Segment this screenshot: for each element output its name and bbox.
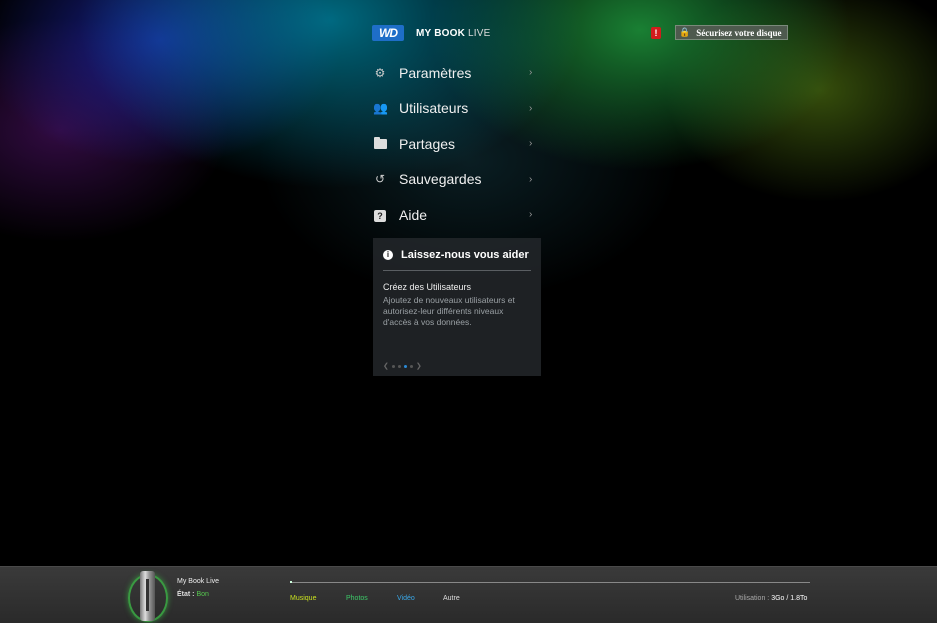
status-footer: My Book Live État : Bon Musique Photos V… bbox=[0, 566, 937, 623]
app-header: WD MY BOOK LIVE bbox=[372, 25, 490, 41]
pager-dot[interactable] bbox=[391, 364, 395, 368]
lock-icon: 🔒 bbox=[679, 27, 691, 37]
usage-bar bbox=[290, 581, 810, 583]
product-name: MY BOOK LIVE bbox=[416, 28, 490, 39]
menu-item-label: Partages bbox=[399, 135, 456, 152]
gear-icon: ⚙ bbox=[374, 65, 386, 80]
pager-next-icon[interactable]: ❯ bbox=[416, 362, 422, 370]
help-pager: ❮ ❯ bbox=[383, 362, 422, 370]
help-panel-title: i Laissez-nous vous aider bbox=[383, 249, 529, 261]
category-other: Autre bbox=[443, 595, 460, 602]
secure-drive-button[interactable]: 🔒 Sécurisez votre disque bbox=[675, 25, 788, 40]
product-name-main: MY BOOK bbox=[416, 27, 465, 39]
product-name-sub: LIVE bbox=[467, 27, 491, 39]
usage-value: 3Go / 1.8To bbox=[771, 595, 808, 602]
category-photos: Photos bbox=[346, 595, 368, 602]
help-subtitle: Créez des Utilisateurs bbox=[383, 282, 472, 292]
usage-readout: Utilisation : 3Go / 1.8To bbox=[735, 595, 807, 602]
chevron-right-icon: › bbox=[529, 67, 533, 79]
menu-item-label: Paramètres bbox=[399, 64, 472, 81]
folder-icon bbox=[373, 136, 387, 151]
category-music: Musique bbox=[290, 595, 317, 602]
help-panel-title-text: Laissez-nous vous aider bbox=[401, 249, 529, 261]
help-panel: i Laissez-nous vous aider Créez des Util… bbox=[373, 238, 541, 376]
menu-item-sauvegardes[interactable]: ↺ Sauvegardes › bbox=[373, 162, 543, 198]
info-icon: i bbox=[383, 250, 393, 260]
usage-label: Utilisation : bbox=[735, 595, 770, 602]
drive-icon[interactable] bbox=[140, 571, 155, 621]
pager-dot[interactable] bbox=[409, 364, 413, 368]
history-icon: ↺ bbox=[374, 172, 386, 187]
users-icon: 👥 bbox=[373, 101, 388, 116]
chevron-right-icon: › bbox=[529, 138, 533, 150]
chevron-right-icon: › bbox=[529, 209, 533, 221]
alert-icon[interactable]: ! bbox=[651, 26, 661, 39]
chevron-right-icon: › bbox=[529, 173, 533, 185]
pager-dot-active[interactable] bbox=[403, 364, 407, 368]
help-icon: ? bbox=[373, 208, 387, 222]
menu-item-parametres[interactable]: ⚙ Paramètres › bbox=[373, 55, 543, 91]
pager-dot[interactable] bbox=[397, 364, 401, 368]
device-name: My Book Live bbox=[177, 578, 220, 585]
state-label: État : bbox=[177, 591, 195, 598]
menu-item-label: Aide bbox=[399, 206, 428, 223]
help-divider bbox=[383, 270, 531, 271]
state-value: Bon bbox=[196, 591, 209, 598]
secure-drive-label: Sécurisez votre disque bbox=[696, 27, 782, 38]
menu-item-utilisateurs[interactable]: 👥 Utilisateurs › bbox=[373, 91, 543, 127]
help-text: Ajoutez de nouveaux utilisateurs et auto… bbox=[383, 295, 515, 327]
wd-logo[interactable]: WD bbox=[372, 25, 404, 41]
menu-item-partages[interactable]: Partages › bbox=[373, 126, 543, 162]
secure-area: ! 🔒 Sécurisez votre disque bbox=[651, 25, 788, 40]
menu-item-aide[interactable]: ? Aide › bbox=[373, 197, 543, 233]
menu-item-label: Sauvegardes bbox=[399, 171, 482, 188]
menu-item-label: Utilisateurs bbox=[399, 100, 469, 117]
pager-prev-icon[interactable]: ❮ bbox=[383, 362, 389, 370]
main-menu: ⚙ Paramètres › 👥 Utilisateurs › Partages… bbox=[373, 55, 543, 233]
category-video: Vidéo bbox=[397, 595, 415, 602]
usage-bar-fill bbox=[290, 581, 292, 583]
chevron-right-icon: › bbox=[529, 102, 533, 114]
device-state: État : Bon bbox=[177, 591, 209, 598]
